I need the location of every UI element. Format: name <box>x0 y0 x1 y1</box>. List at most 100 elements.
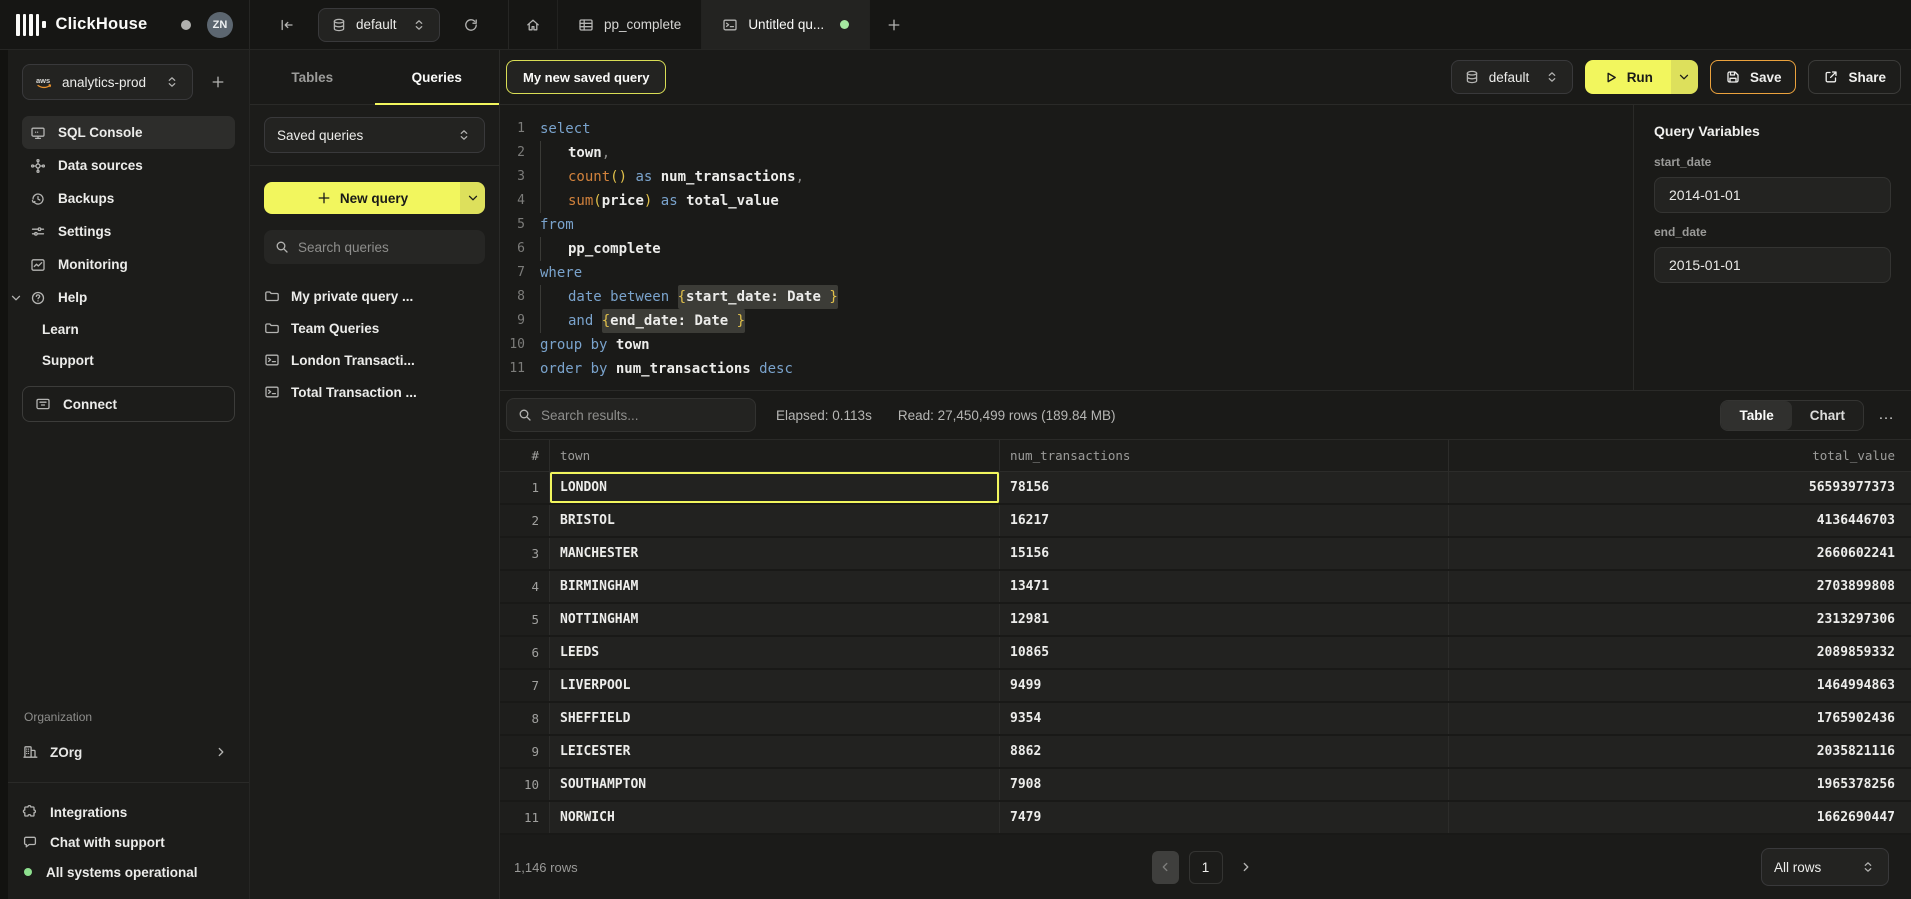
query-list-item-total-transaction[interactable]: Total Transaction ... <box>264 376 485 408</box>
next-page-button[interactable] <box>1233 851 1260 884</box>
cell-num-transactions[interactable]: 9499 <box>1000 670 1449 701</box>
cell-total-value[interactable]: 56593977373 <box>1449 472 1911 503</box>
view-chart[interactable]: Chart <box>1792 401 1863 430</box>
cell-town[interactable]: MANCHESTER <box>550 538 1000 569</box>
cell-total-value[interactable]: 2660602241 <box>1449 538 1911 569</box>
sidebar-item-sql-console[interactable]: SQL Console <box>22 116 235 149</box>
cell-town[interactable]: LEEDS <box>550 637 1000 668</box>
page-size-select[interactable]: All rows <box>1761 848 1889 886</box>
home-button[interactable] <box>509 8 557 42</box>
cell-town[interactable]: BRISTOL <box>550 505 1000 536</box>
cell-[interactable]: 8 <box>500 703 550 734</box>
end-date-label: end_date <box>1654 225 1891 239</box>
sidebar-footer-chat-with-support[interactable]: Chat with support <box>22 827 235 857</box>
run-options-button[interactable] <box>1671 60 1698 94</box>
cell-[interactable]: 7 <box>500 670 550 701</box>
cell-total-value[interactable]: 4136446703 <box>1449 505 1911 536</box>
cell-num-transactions[interactable]: 10865 <box>1000 637 1449 668</box>
cell-town[interactable]: SOUTHAMPTON <box>550 769 1000 800</box>
saved-queries-select[interactable]: Saved queries <box>264 117 485 153</box>
cell-num-transactions[interactable]: 15156 <box>1000 538 1449 569</box>
new-query-button[interactable]: New query <box>264 182 460 214</box>
start-date-input[interactable] <box>1654 177 1891 213</box>
cell-town[interactable]: LEICESTER <box>550 736 1000 767</box>
cell-num-transactions[interactable]: 78156 <box>1000 472 1449 503</box>
cell-town[interactable]: LONDON <box>550 472 1000 503</box>
topbar-database-select[interactable]: default <box>318 8 440 42</box>
query-list-item-my-private-query[interactable]: My private query ... <box>264 280 485 312</box>
search-queries-input[interactable] <box>298 240 475 255</box>
cell-num-transactions[interactable]: 12981 <box>1000 604 1449 635</box>
previous-page-button[interactable] <box>1152 851 1179 884</box>
avatar[interactable]: ZN <box>207 12 233 38</box>
run-database-select[interactable]: default <box>1451 60 1573 94</box>
saved-query-tab[interactable]: My new saved query <box>506 60 666 94</box>
sidebar-item-backups[interactable]: Backups <box>22 182 235 215</box>
end-date-input[interactable] <box>1654 247 1891 283</box>
column-header-town[interactable]: town <box>550 440 1000 471</box>
query-list-item-london-transacti[interactable]: London Transacti... <box>264 344 485 376</box>
cell-town[interactable]: LIVERPOOL <box>550 670 1000 701</box>
cell-total-value[interactable]: 2089859332 <box>1449 637 1911 668</box>
refresh-button[interactable] <box>454 8 488 42</box>
connect-button[interactable]: Connect <box>22 386 235 422</box>
cell-num-transactions[interactable]: 9354 <box>1000 703 1449 734</box>
cell-total-value[interactable]: 1765902436 <box>1449 703 1911 734</box>
cell-[interactable]: 6 <box>500 637 550 668</box>
run-button[interactable]: Run <box>1585 60 1671 94</box>
current-page[interactable]: 1 <box>1189 851 1223 884</box>
sidebar-footer-integrations[interactable]: Integrations <box>22 797 235 827</box>
cell-total-value[interactable]: 2703899808 <box>1449 571 1911 602</box>
sidebar-footer-all-systems-operational[interactable]: All systems operational <box>22 857 235 887</box>
cell-[interactable]: 5 <box>500 604 550 635</box>
cell-total-value[interactable]: 1965378256 <box>1449 769 1911 800</box>
sidebar-subitem-support[interactable]: Support <box>22 345 235 376</box>
save-button[interactable]: Save <box>1710 60 1797 94</box>
column-header-num-transactions[interactable]: num_transactions <box>1000 440 1449 471</box>
cell-total-value[interactable]: 1662690447 <box>1449 802 1911 833</box>
cell-[interactable]: 11 <box>500 802 550 833</box>
cell-num-transactions[interactable]: 13471 <box>1000 571 1449 602</box>
new-query-options-button[interactable] <box>460 182 485 214</box>
share-button[interactable]: Share <box>1808 60 1901 94</box>
cell-town[interactable]: NOTTINGHAM <box>550 604 1000 635</box>
cell-total-value[interactable]: 2035821116 <box>1449 736 1911 767</box>
view-table[interactable]: Table <box>1721 401 1791 430</box>
service-select[interactable]: aws analytics-prod <box>22 64 193 100</box>
cell-num-transactions[interactable]: 7479 <box>1000 802 1449 833</box>
cell-[interactable]: 9 <box>500 736 550 767</box>
tab-tables[interactable]: Tables <box>250 50 375 104</box>
editor-tab-pp-complete[interactable]: pp_complete <box>557 0 702 49</box>
cell-num-transactions[interactable]: 7908 <box>1000 769 1449 800</box>
search-results-input[interactable] <box>541 408 745 423</box>
organization-switcher[interactable]: ZOrg <box>22 736 235 768</box>
cell-[interactable]: 10 <box>500 769 550 800</box>
add-service-button[interactable] <box>201 65 235 99</box>
cell-[interactable]: 1 <box>500 472 550 503</box>
collapse-sidebar-button[interactable] <box>270 8 304 42</box>
sidebar-item-data-sources[interactable]: Data sources <box>22 149 235 182</box>
cell-[interactable]: 4 <box>500 571 550 602</box>
cell-town[interactable]: NORWICH <box>550 802 1000 833</box>
cell-[interactable]: 3 <box>500 538 550 569</box>
new-tab-button[interactable] <box>870 0 918 49</box>
query-list-item-team-queries[interactable]: Team Queries <box>264 312 485 344</box>
sidebar-item-help[interactable]: Help <box>22 281 235 314</box>
column-header-[interactable]: # <box>500 440 550 471</box>
nodes-icon <box>30 158 46 174</box>
cell-town[interactable]: BIRMINGHAM <box>550 571 1000 602</box>
more-options-button[interactable]: … <box>1874 406 1899 424</box>
cell-num-transactions[interactable]: 8862 <box>1000 736 1449 767</box>
sidebar-subitem-learn[interactable]: Learn <box>22 314 235 345</box>
sql-editor[interactable]: 1select2town,3count() as num_transaction… <box>500 105 1633 390</box>
tab-queries[interactable]: Queries <box>375 50 500 104</box>
cell-town[interactable]: SHEFFIELD <box>550 703 1000 734</box>
editor-tab-untitled-qu[interactable]: Untitled qu... <box>702 0 870 49</box>
cell-total-value[interactable]: 2313297306 <box>1449 604 1911 635</box>
sidebar-item-settings[interactable]: Settings <box>22 215 235 248</box>
sidebar-item-monitoring[interactable]: Monitoring <box>22 248 235 281</box>
column-header-total-value[interactable]: total_value <box>1449 440 1911 471</box>
cell-[interactable]: 2 <box>500 505 550 536</box>
cell-num-transactions[interactable]: 16217 <box>1000 505 1449 536</box>
cell-total-value[interactable]: 1464994863 <box>1449 670 1911 701</box>
